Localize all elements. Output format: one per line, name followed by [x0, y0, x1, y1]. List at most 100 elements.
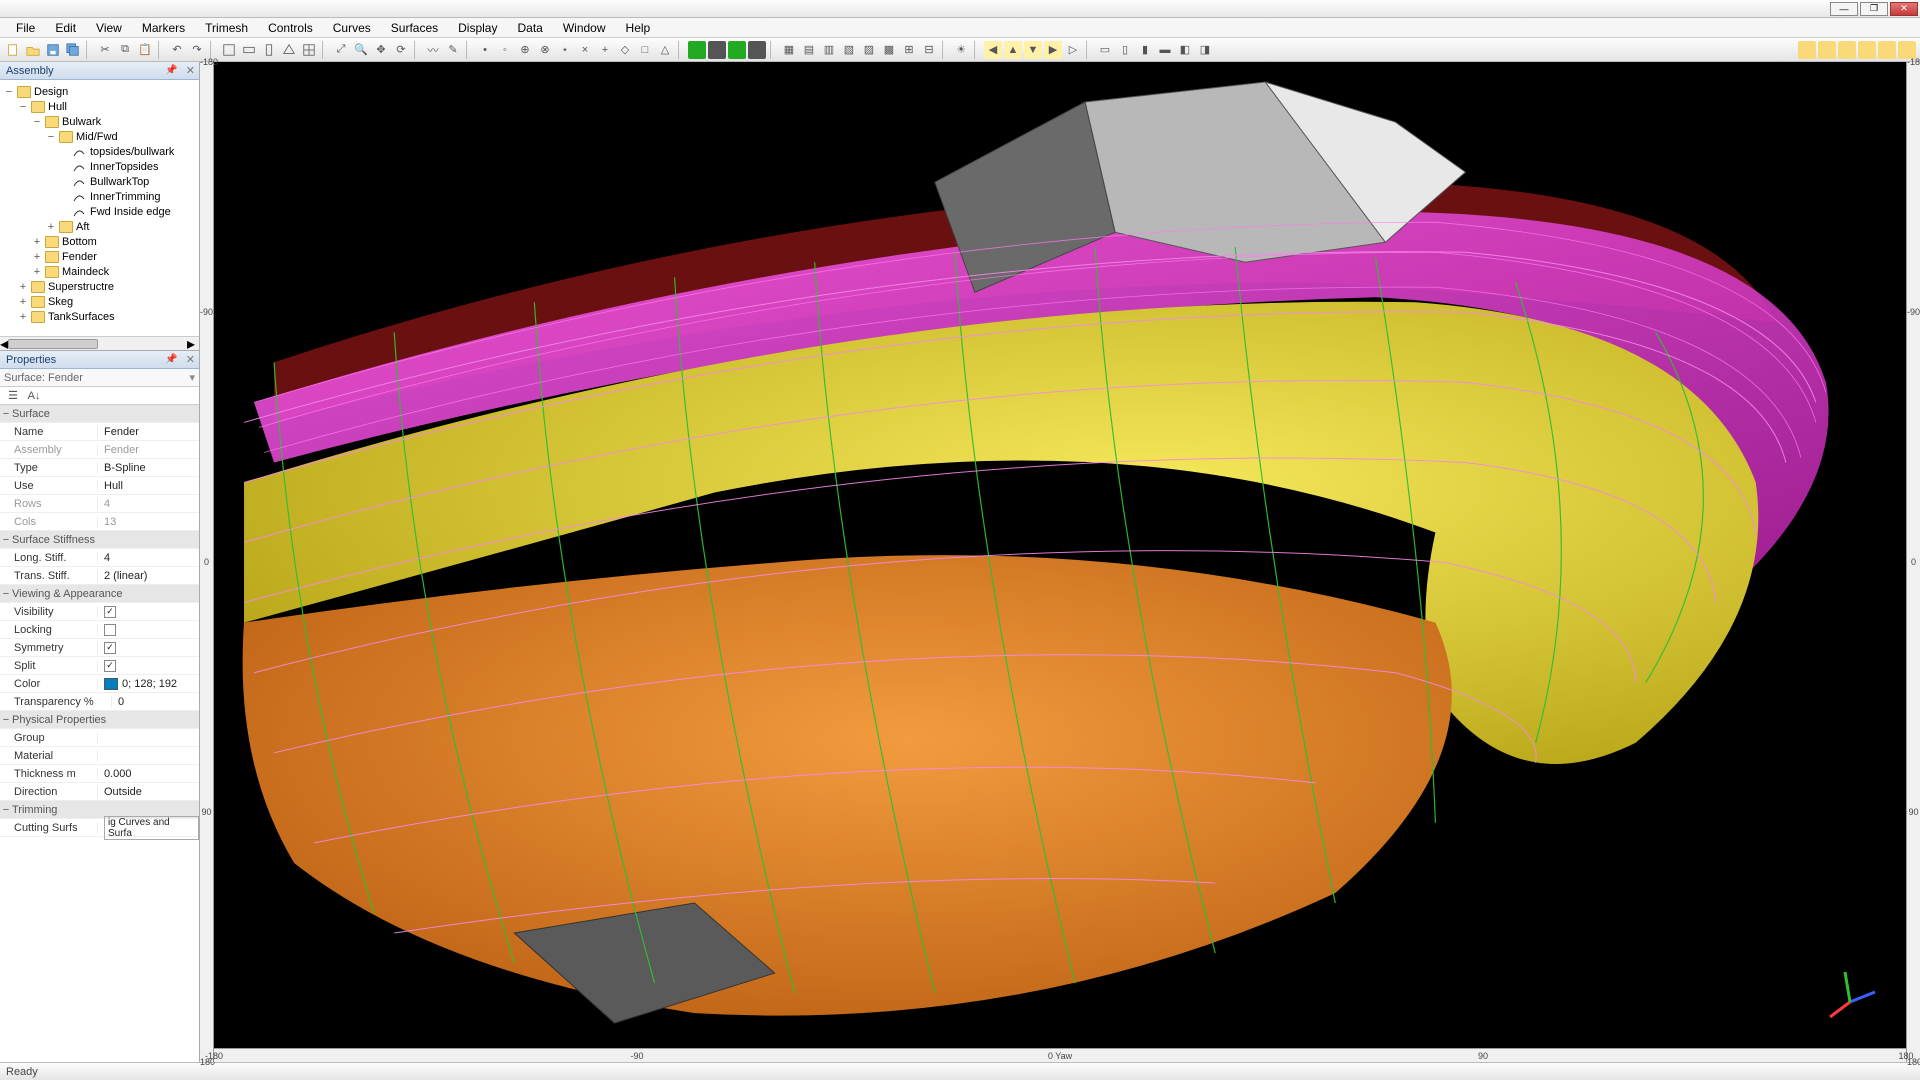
checkbox-checked-icon[interactable]: ✓ — [104, 642, 116, 654]
tree-hscroll[interactable]: ◂ ▸ — [0, 336, 199, 350]
panel3-icon[interactable]: ▮ — [1136, 41, 1154, 59]
menu-surfaces[interactable]: Surfaces — [381, 19, 448, 37]
nav-up-icon[interactable]: ▲ — [1004, 41, 1022, 59]
render-wire-icon[interactable] — [708, 41, 726, 59]
prop-long-stiff[interactable]: Long. Stiff.4 — [0, 549, 199, 567]
menu-trimesh[interactable]: Trimesh — [195, 19, 258, 37]
panel4-icon[interactable]: ▬ — [1156, 41, 1174, 59]
prop-transparency[interactable]: Transparency %0 — [0, 693, 199, 711]
layer1-icon[interactable] — [1798, 41, 1816, 59]
render-trans-icon[interactable] — [748, 41, 766, 59]
grid4-icon[interactable]: ▧ — [840, 41, 858, 59]
checkbox-checked-icon[interactable]: ✓ — [104, 660, 116, 672]
tree-item[interactable]: −Bulwark — [4, 114, 195, 129]
prop-cutting-surfs[interactable]: Cutting Surfsig Curves and Surfa — [0, 819, 199, 837]
zoom-fit-icon[interactable]: ⤢ — [332, 41, 350, 59]
assembly-panel-header[interactable]: Assembly 📌 ✕ — [0, 62, 199, 80]
layer4-icon[interactable] — [1858, 41, 1876, 59]
property-selector[interactable]: Surface: Fender ▾ — [0, 369, 199, 387]
paste-icon[interactable]: 📋 — [136, 41, 154, 59]
marker6-icon[interactable]: × — [576, 41, 594, 59]
property-grid[interactable]: −Surface NameFender AssemblyFender TypeB… — [0, 405, 199, 1062]
zoom-window-icon[interactable]: 🔍 — [352, 41, 370, 59]
view-top-icon[interactable] — [220, 41, 238, 59]
close-panel-icon[interactable]: ✕ — [182, 64, 199, 77]
marker9-icon[interactable]: □ — [636, 41, 654, 59]
render-hidden-icon[interactable] — [728, 41, 746, 59]
marker8-icon[interactable]: ◇ — [616, 41, 634, 59]
ruler-bottom[interactable]: -180-900 Yaw90180 — [214, 1048, 1906, 1062]
menu-window[interactable]: Window — [553, 19, 616, 37]
chevron-down-icon[interactable]: ▾ — [185, 371, 199, 384]
curve-edit-icon[interactable]: ✎ — [444, 41, 462, 59]
3d-viewport[interactable]: -180-90090180 -180-90090180 -180-900 Yaw… — [200, 62, 1920, 1062]
properties-panel-header[interactable]: Properties 📌 ✕ — [0, 351, 199, 369]
open-icon[interactable] — [24, 41, 42, 59]
tree-item[interactable]: +Superstructre — [4, 279, 195, 294]
grid7-icon[interactable]: ⊞ — [900, 41, 918, 59]
ruler-right[interactable]: -180-90090180 — [1906, 62, 1920, 1062]
menu-curves[interactable]: Curves — [323, 19, 381, 37]
nav-play-icon[interactable]: ▷ — [1064, 41, 1082, 59]
prop-group[interactable]: Group — [0, 729, 199, 747]
view-persp-icon[interactable] — [280, 41, 298, 59]
marker3-icon[interactable]: ⊕ — [516, 41, 534, 59]
undo-icon[interactable]: ↶ — [168, 41, 186, 59]
tree-item[interactable]: −Design — [4, 84, 195, 99]
tree-item[interactable]: InnerTopsides — [4, 159, 195, 174]
grid8-icon[interactable]: ⊟ — [920, 41, 938, 59]
minimize-button[interactable]: — — [1830, 2, 1858, 16]
tree-item[interactable]: −Mid/Fwd — [4, 129, 195, 144]
curve-tool-icon[interactable]: 〰 — [424, 41, 442, 59]
marker2-icon[interactable]: ◦ — [496, 41, 514, 59]
prop-color[interactable]: Color0; 128; 192 — [0, 675, 199, 693]
grid5-icon[interactable]: ▨ — [860, 41, 878, 59]
saveall-icon[interactable] — [64, 41, 82, 59]
view-split-icon[interactable] — [300, 41, 318, 59]
marker7-icon[interactable]: + — [596, 41, 614, 59]
panel2-icon[interactable]: ▯ — [1116, 41, 1134, 59]
nav-down-icon[interactable]: ▼ — [1024, 41, 1042, 59]
rotate-icon[interactable]: ⟳ — [392, 41, 410, 59]
prop-use[interactable]: UseHull — [0, 477, 199, 495]
grid2-icon[interactable]: ▤ — [800, 41, 818, 59]
tree-item[interactable]: +Skeg — [4, 294, 195, 309]
prop-symmetry[interactable]: Symmetry✓ — [0, 639, 199, 657]
menu-display[interactable]: Display — [448, 19, 507, 37]
tree-item[interactable]: InnerTrimming — [4, 189, 195, 204]
layer3-icon[interactable] — [1838, 41, 1856, 59]
maximize-button[interactable]: ❐ — [1860, 2, 1888, 16]
grid3-icon[interactable]: ▥ — [820, 41, 838, 59]
menu-markers[interactable]: Markers — [132, 19, 195, 37]
prop-locking[interactable]: Locking — [0, 621, 199, 639]
new-icon[interactable] — [4, 41, 22, 59]
menu-data[interactable]: Data — [507, 19, 552, 37]
save-icon[interactable] — [44, 41, 62, 59]
prop-material[interactable]: Material — [0, 747, 199, 765]
close-button[interactable]: ✕ — [1890, 2, 1918, 16]
cat-physical[interactable]: −Physical Properties — [0, 711, 199, 729]
categorized-icon[interactable]: ☰ — [4, 387, 22, 405]
pin-icon[interactable]: 📌 — [161, 65, 181, 76]
layer2-icon[interactable] — [1818, 41, 1836, 59]
marker1-icon[interactable]: • — [476, 41, 494, 59]
scroll-thumb[interactable] — [8, 339, 98, 349]
light-icon[interactable]: ☀ — [952, 41, 970, 59]
prop-thickness[interactable]: Thickness m0.000 — [0, 765, 199, 783]
cat-view[interactable]: −Viewing & Appearance — [0, 585, 199, 603]
prop-direction[interactable]: DirectionOutside — [0, 783, 199, 801]
menu-file[interactable]: File — [6, 19, 45, 37]
redo-icon[interactable]: ↷ — [188, 41, 206, 59]
nav-left-icon[interactable]: ◀ — [984, 41, 1002, 59]
checkbox-checked-icon[interactable]: ✓ — [104, 606, 116, 618]
tree-item[interactable]: +TankSurfaces — [4, 309, 195, 324]
tree-item[interactable]: BullwarkTop — [4, 174, 195, 189]
tree-item[interactable]: +Aft — [4, 219, 195, 234]
marker10-icon[interactable]: △ — [656, 41, 674, 59]
tree-item[interactable]: +Maindeck — [4, 264, 195, 279]
menu-view[interactable]: View — [86, 19, 132, 37]
grid-icon[interactable]: ▦ — [780, 41, 798, 59]
tree-item[interactable]: +Fender — [4, 249, 195, 264]
tree-item[interactable]: −Hull — [4, 99, 195, 114]
close-panel-icon[interactable]: ✕ — [182, 353, 199, 366]
